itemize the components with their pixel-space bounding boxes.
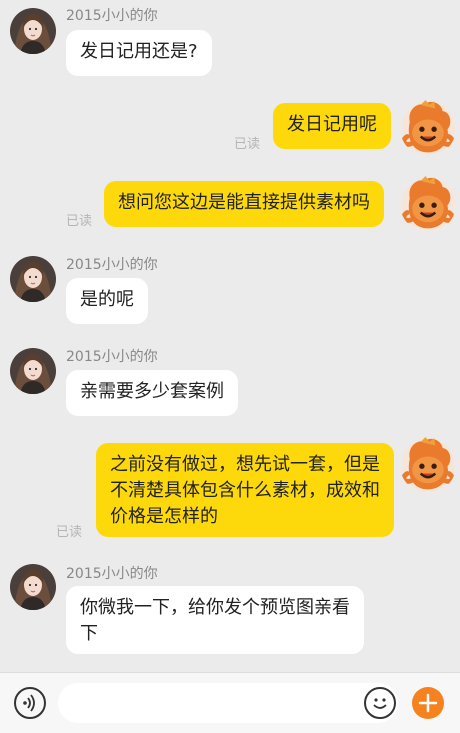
my-avatar[interactable] xyxy=(400,176,456,232)
outgoing-message[interactable]: 之前没有做过，想先试一套，但是不清楚具体包含什么素材，成效和价格是怎样的 xyxy=(96,443,394,537)
incoming-message[interactable]: 是的呢 xyxy=(66,278,148,324)
read-status: 已读 xyxy=(66,214,93,229)
chat-area[interactable]: 2015小小的你 发日记用还是? 已读 发日记用呢 已读 想问您这边是能直接提供… xyxy=(0,0,460,672)
read-status: 已读 xyxy=(56,525,83,540)
input-bar xyxy=(0,672,460,733)
sender-name: 2015小小的你 xyxy=(66,566,158,582)
plus-icon xyxy=(418,693,438,713)
emoji-icon xyxy=(373,698,387,709)
incoming-message[interactable]: 亲需要多少套案例 xyxy=(66,370,238,416)
contact-avatar[interactable] xyxy=(10,348,56,394)
contact-avatar[interactable] xyxy=(10,8,56,54)
incoming-message[interactable]: 你微我一下，给你发个预览图亲看下 xyxy=(66,586,364,654)
message-input[interactable] xyxy=(58,683,398,723)
contact-avatar[interactable] xyxy=(10,256,56,302)
contact-avatar[interactable] xyxy=(10,564,56,610)
voice-icon xyxy=(23,694,35,712)
incoming-message[interactable]: 发日记用还是? xyxy=(66,30,212,76)
plus-button[interactable] xyxy=(412,687,444,719)
my-avatar[interactable] xyxy=(400,100,456,156)
outgoing-message[interactable]: 发日记用呢 xyxy=(273,103,391,149)
emoji-button[interactable] xyxy=(364,687,396,719)
outgoing-message[interactable]: 想问您这边是能直接提供素材吗 xyxy=(104,181,384,227)
sender-name: 2015小小的你 xyxy=(66,8,158,24)
read-status: 已读 xyxy=(234,137,261,152)
voice-button[interactable] xyxy=(14,687,46,719)
sender-name: 2015小小的你 xyxy=(66,257,158,273)
sender-name: 2015小小的你 xyxy=(66,349,158,365)
my-avatar[interactable] xyxy=(400,437,456,493)
